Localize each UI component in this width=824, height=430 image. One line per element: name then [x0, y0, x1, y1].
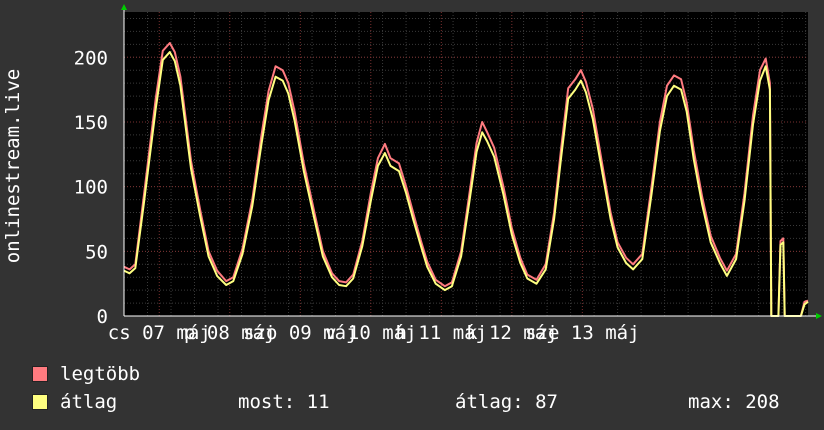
y-tick-label: 100 [74, 177, 108, 199]
chart: 050100150200cs 07 májp 08 májszo 09 májv… [2, 4, 822, 344]
stat-maximum: max: 208 [688, 391, 780, 413]
legend-label-max: legtöbb [60, 363, 141, 385]
legend-swatch-max [32, 366, 48, 382]
stat-current: most: 11 [238, 391, 330, 413]
y-axis-label: onlinestream.live [2, 69, 24, 263]
y-tick-label: 0 [97, 306, 108, 328]
stat-average: átlag: 87 [455, 391, 558, 413]
y-tick-label: 150 [74, 112, 108, 134]
y-tick-label: 50 [85, 241, 108, 263]
legend-swatch-avg [32, 394, 48, 410]
y-axis-arrow [121, 4, 127, 10]
x-tick-label: sze 13 máj [525, 322, 639, 344]
x-axis-arrow [816, 313, 822, 319]
y-tick-label: 200 [74, 47, 108, 69]
legend-label-avg: átlag [60, 391, 118, 413]
